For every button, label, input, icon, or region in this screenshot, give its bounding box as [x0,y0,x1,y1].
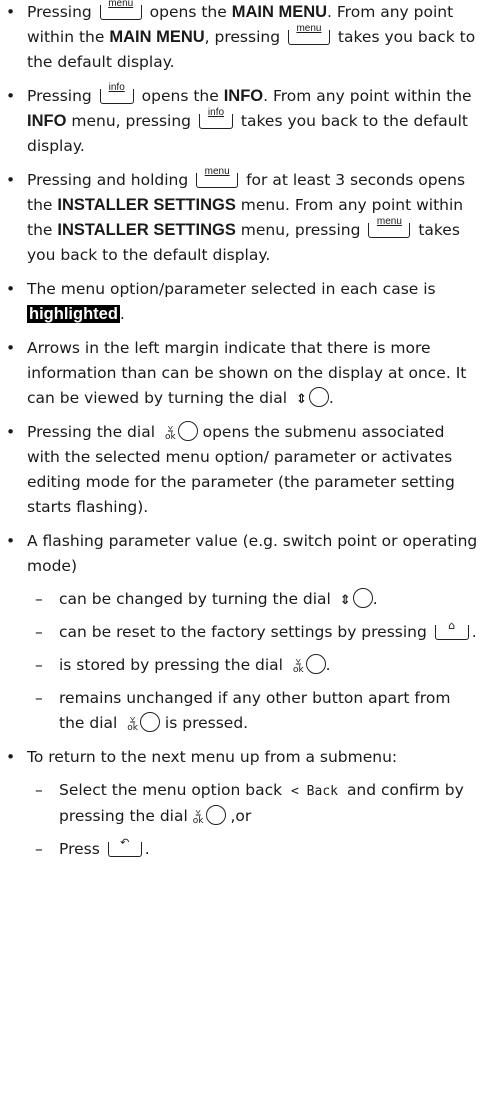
list-item-return: To return to the next menu up from a sub… [0,745,479,862]
text: Select the menu option back [59,781,283,799]
sub-list: Select the menu option back < Back and c… [27,778,479,862]
list-item-main-menu: Pressing menu opens the MAIN MENU. From … [0,0,479,75]
text: opens the [149,3,227,21]
text: . [144,840,150,858]
sub-item: can be reset to the factory settings by … [27,620,479,645]
dial-icon [305,654,326,674]
text: . From any point within the [263,87,472,105]
dial-icon [352,588,373,608]
text: menu, pressing [240,221,361,239]
back-option-label: < Back [291,784,338,799]
text: Pressing [27,3,92,21]
menu-button-icon: menu [99,0,142,20]
sub-item: Select the menu option back < Back and c… [27,778,479,829]
text: . [325,656,331,674]
text: . [328,389,334,407]
sub-item: is stored by pressing the dial ⩣ok. [27,653,479,678]
dial-icon [205,805,226,825]
reset-icon: ⌂ [448,619,456,632]
list-item-flashing-value: A flashing parameter value (e.g. switch … [0,529,479,736]
press-ok-icon: ⩣ ok [127,714,138,733]
sub-item: Press ↶. [27,837,479,862]
term-installer-settings: INSTALLER SETTINGS [57,221,236,239]
highlighted-sample: highlighted [27,305,120,323]
info-button-icon: info [198,108,233,129]
text: menu, pressing [71,112,192,130]
text: To return to the next menu up from a sub… [27,748,398,766]
text: Press [59,840,100,858]
text: . [372,590,378,608]
press-ok-icon: ⩣ ok [292,656,304,675]
menu-button-icon: menu [196,167,239,188]
menu-button-label: menu [204,166,230,177]
press-ok-icon: ⩣ ok [164,423,176,442]
text: Pressing [27,87,92,105]
dial-icon [308,387,329,407]
list-item-press-dial: Pressing the dial ⩣ok opens the submenu … [0,420,479,520]
dial-icon [177,421,198,441]
press-ok-icon: ⩣ ok [192,807,204,826]
reset-button-icon: ⌂ [434,620,469,640]
menu-button-label: menu [108,0,134,9]
list-item-info: Pressing info opens the INFO. From any p… [0,83,479,159]
back-button-icon: ↶ [107,837,142,857]
text: can be reset to the factory settings by … [59,623,427,641]
text: remains unchanged if any other button ap… [59,689,451,732]
list-item-installer-settings: Pressing and holding menu for at least 3… [0,167,479,268]
list-item-arrows: Arrows in the left margin indicate that … [0,336,479,411]
text: The menu option/parameter selected in ea… [27,280,436,298]
term-installer-settings: INSTALLER SETTINGS [57,196,236,214]
text: can be changed by turning the dial [59,590,331,608]
text: , pressing [204,28,281,46]
menu-button-icon: menu [287,24,330,45]
menu-button-label: menu [296,23,322,34]
list-item-highlighted: The menu option/parameter selected in ea… [0,277,479,327]
menu-button-label: menu [376,216,402,227]
term-main-menu: MAIN MENU [109,28,205,46]
info-button-label: info [108,82,125,93]
sub-item: can be changed by turning the dial ⇕. [27,587,479,612]
text: opens the [141,87,219,105]
turn-arrows-icon: ⇕ [295,392,307,407]
return-arrow-icon: ↶ [120,836,130,849]
info-button-icon: info [99,83,134,104]
instruction-list: Pressing menu opens the MAIN MENU . From … [0,0,485,862]
sub-list: can be changed by turning the dial ⇕. ca… [27,587,479,736]
dial-icon [139,712,160,732]
text: Arrows in the left margin indicate that … [27,339,467,407]
text: . [119,305,125,323]
text: ,or [230,807,252,825]
text: . [471,623,477,641]
text: Pressing the dial [27,423,156,441]
sub-item: remains unchanged if any other button ap… [27,686,479,736]
term-main-menu: MAIN MENU [231,3,328,21]
text: Pressing and holding [27,171,189,189]
manual-page: Pressing menu opens the MAIN MENU . From … [0,0,485,1104]
term-info: INFO [27,112,67,130]
text: A flashing parameter value (e.g. switch … [27,532,478,575]
text: is stored by pressing the dial [59,656,283,674]
turn-arrows-icon: ⇕ [339,593,351,608]
menu-button-icon: menu [368,217,411,238]
info-button-label: info [207,107,225,118]
text: is pressed. [164,714,249,732]
term-info: INFO [223,87,264,105]
